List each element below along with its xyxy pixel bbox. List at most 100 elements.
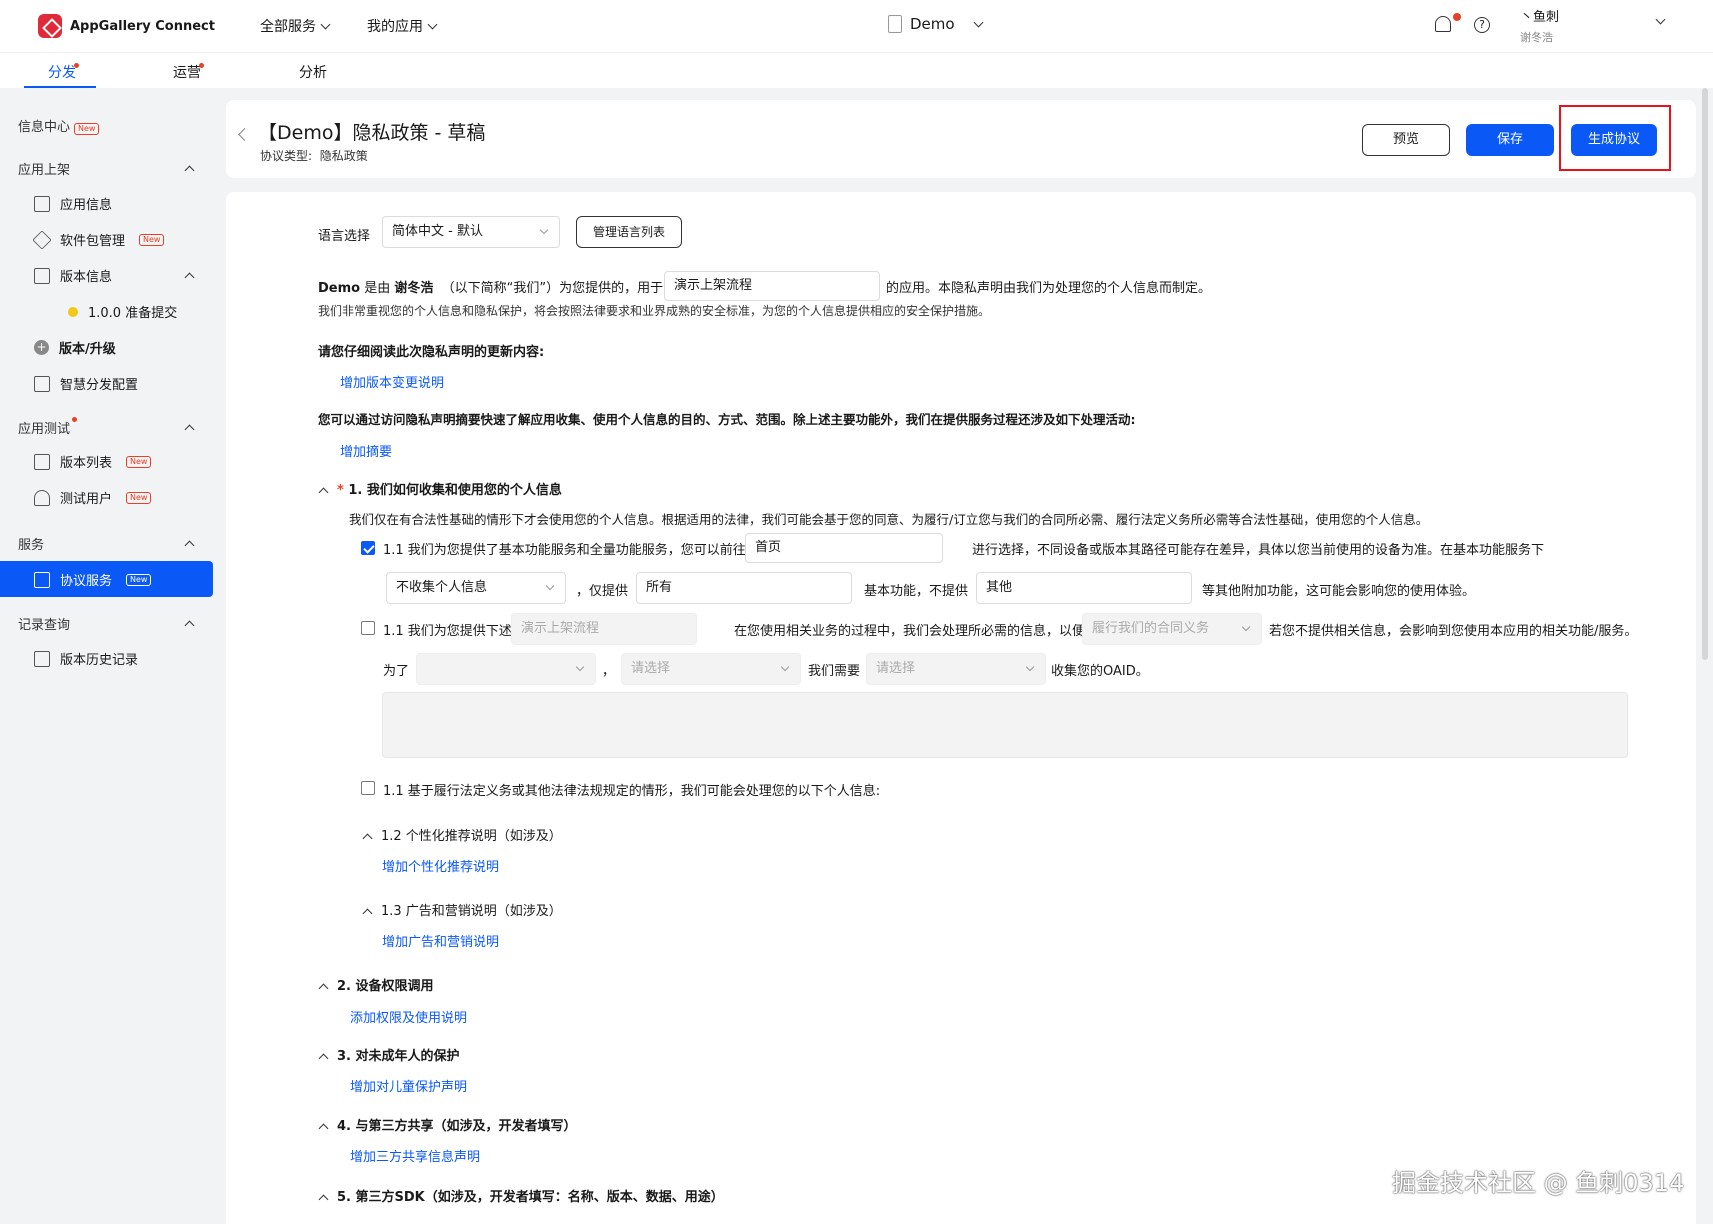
collect-info-select[interactable]: 不收集个人信息 — [386, 572, 566, 604]
purpose-select-2[interactable]: 请选择 — [621, 653, 801, 685]
business-description-textarea[interactable] — [382, 692, 1628, 758]
intro-line-1: Demo 是由 谢冬浩 （以下简称“我们”）为您提供的，用于 — [318, 277, 663, 296]
sidebar-item-info-center[interactable]: 信息中心 New — [18, 116, 100, 135]
sidebar-item-version-100[interactable]: 1.0.0 准备提交 — [68, 302, 177, 321]
chevron-down-icon — [545, 581, 555, 591]
section-title: 3. 对未成年人的保护 — [337, 1049, 460, 1064]
sidebar-section-release[interactable]: 应用上架 — [18, 159, 70, 178]
data-type-select[interactable]: 请选择 — [866, 653, 1046, 685]
business-name-input[interactable]: 演示上架流程 — [511, 613, 697, 645]
project-icon — [888, 15, 902, 33]
section-1-2-header[interactable]: 1.2 个性化推荐说明（如涉及） — [362, 825, 562, 844]
add-version-change-link[interactable]: 增加版本变更说明 — [340, 372, 444, 391]
add-personalized-link[interactable]: 增加个性化推荐说明 — [382, 856, 499, 875]
legal-basis-select[interactable]: 履行我们的合同义务 — [1082, 613, 1262, 645]
notification-bell-icon[interactable] — [1435, 16, 1451, 32]
section-1-description: 我们仅在有合法性基础的情形下才会使用您的个人信息。根据适用的法律，我们可能会基于… — [349, 512, 1429, 527]
chevron-up-icon[interactable] — [184, 272, 195, 283]
section-2-header[interactable]: 2. 设备权限调用 — [318, 975, 434, 994]
sidebar-item-version-history[interactable]: 版本历史记录 — [34, 649, 138, 668]
chevron-up-icon — [318, 1194, 329, 1204]
save-button[interactable]: 保存 — [1466, 124, 1554, 156]
add-third-party-share-link[interactable]: 增加三方共享信息声明 — [350, 1146, 480, 1165]
user-menu[interactable]: 丶鱼刺 谢冬浩 — [1520, 6, 1559, 45]
sidebar-item-version-info[interactable]: 版本信息 — [34, 266, 112, 285]
appgallery-logo-icon — [38, 14, 62, 38]
business-service-checkbox[interactable] — [361, 621, 375, 635]
sidebar-section-services[interactable]: 服务 — [18, 534, 44, 553]
entry-path-input[interactable]: 首页 — [745, 533, 943, 563]
sidebar-item-version-list[interactable]: 版本列表 New — [34, 452, 152, 471]
sidebar-item-test-users[interactable]: 测试用户 New — [34, 488, 152, 507]
tab-analyze[interactable]: 分析 — [299, 62, 327, 82]
section-3-header[interactable]: 3. 对未成年人的保护 — [318, 1045, 460, 1064]
section-title: 2. 设备权限调用 — [337, 979, 434, 994]
my-apps-dropdown[interactable]: 我的应用 — [367, 16, 438, 36]
section-5-header[interactable]: 5. 第三方SDK（如涉及，开发者填写：名称、版本、数据、用途） — [318, 1186, 724, 1205]
sidebar-item-smart-dist[interactable]: 智慧分发配置 — [34, 374, 138, 393]
tab-distribute[interactable]: 分发 — [48, 62, 76, 82]
extra-features-input[interactable]: 其他 — [976, 572, 1192, 604]
status-dot — [68, 306, 78, 317]
legal-basis-value: 履行我们的合同义务 — [1092, 621, 1210, 636]
language-select[interactable]: 简体中文 - 默认 — [382, 216, 560, 248]
section-label: 应用上架 — [18, 163, 71, 178]
section-1-header[interactable]: * 1. 我们如何收集和使用您的个人信息 — [318, 479, 562, 498]
highlight-box — [1559, 105, 1671, 171]
basic-service-checkbox[interactable] — [361, 541, 375, 555]
chevron-down-icon — [539, 225, 549, 235]
page-scrollbar[interactable] — [1702, 88, 1708, 660]
my-apps-label: 我的应用 — [367, 19, 423, 35]
agreement-type-value: 隐私政策 — [319, 149, 368, 163]
agreement-type: 协议类型: 隐私政策 — [260, 147, 368, 164]
main-tabs: 分发 运营 分析 — [0, 52, 1713, 88]
intro-text: 是由 — [360, 281, 395, 296]
section-label: 记录查询 — [18, 618, 71, 633]
app-purpose-input[interactable]: 演示上架流程 — [664, 271, 880, 301]
sidebar-item-package-mgmt[interactable]: 软件包管理 New — [32, 229, 165, 250]
sidebar-item-protocol-service[interactable]: 协议服务 New — [0, 561, 213, 597]
add-advertising-link[interactable]: 增加广告和营销说明 — [382, 931, 499, 950]
summary-heading: 您可以通过访问隐私声明摘要快速了解应用收集、使用个人信息的目的、方式、范围。除上… — [318, 412, 1136, 427]
brand-logo[interactable]: AppGallery Connect — [38, 14, 215, 38]
chevron-up-icon — [318, 487, 329, 497]
new-badge: New — [126, 573, 152, 586]
manage-language-button[interactable]: 管理语言列表 — [576, 216, 682, 248]
basic-features-input[interactable]: 所有 — [636, 572, 852, 604]
preview-button[interactable]: 预览 — [1362, 124, 1450, 156]
chevron-down-icon — [427, 19, 438, 29]
chevron-down-icon — [780, 662, 790, 672]
intro-developer: 谢冬浩 — [394, 281, 434, 296]
add-minor-protection-link[interactable]: 增加对儿童保护声明 — [350, 1076, 467, 1095]
tab-alert-dot — [74, 63, 79, 68]
version-info-icon — [34, 267, 50, 284]
help-icon[interactable]: ? — [1474, 17, 1490, 33]
sidebar-section-records[interactable]: 记录查询 — [18, 614, 70, 633]
section-1-3-header[interactable]: 1.3 广告和营销说明（如涉及） — [362, 900, 562, 919]
user-subtitle: 谢冬浩 — [1520, 31, 1553, 44]
chevron-up-icon[interactable] — [184, 620, 195, 631]
chevron-up-icon[interactable] — [184, 540, 195, 551]
chevron-down-icon[interactable] — [1655, 14, 1666, 25]
sidebar-item-label: 版本列表 — [60, 456, 113, 471]
chevron-up-icon[interactable] — [184, 424, 195, 435]
all-services-dropdown[interactable]: 全部服务 — [260, 16, 331, 36]
section-title: 1.3 广告和营销说明（如涉及） — [381, 904, 562, 919]
add-summary-link[interactable]: 增加摘要 — [340, 441, 392, 460]
package-icon — [32, 229, 52, 250]
sidebar-item-label: 应用信息 — [60, 198, 113, 213]
legal-obligation-checkbox[interactable] — [361, 781, 375, 795]
chevron-up-icon[interactable] — [184, 165, 195, 176]
sidebar-item-version-upgrade[interactable]: + 版本/升级 — [34, 338, 116, 357]
sidebar-item-app-info[interactable]: 应用信息 — [34, 194, 112, 213]
tab-operate[interactable]: 运营 — [173, 62, 201, 82]
project-selector[interactable]: Demo — [888, 15, 984, 33]
app-purpose-value: 演示上架流程 — [674, 278, 753, 293]
chevron-down-icon — [575, 662, 585, 672]
section-4-header[interactable]: 4. 与第三方共享（如涉及，开发者填写） — [318, 1115, 577, 1134]
back-icon[interactable] — [238, 128, 251, 141]
sidebar-section-testing[interactable]: 应用测试 — [18, 418, 70, 437]
watermark: 掘金技术社区 @ 鱼刺0314 — [1392, 1169, 1685, 1197]
purpose-select[interactable] — [416, 653, 596, 685]
add-permission-link[interactable]: 添加权限及使用说明 — [350, 1007, 467, 1026]
